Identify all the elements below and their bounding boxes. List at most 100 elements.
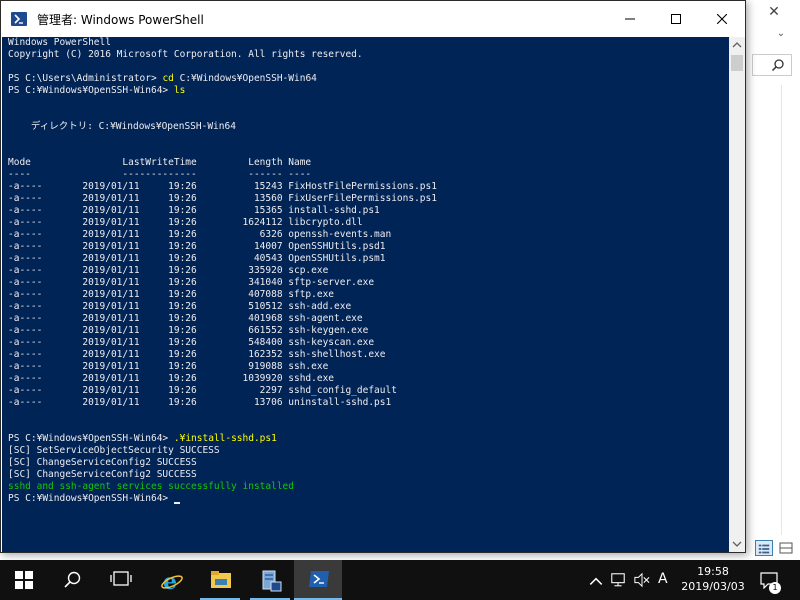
console-text: -a---- 2019/01/11 19:26 919088 ssh.exe (8, 361, 329, 372)
console-text: -a---- 2019/01/11 19:26 15365 install-ss… (8, 205, 380, 216)
console-line: -a---- 2019/01/11 19:26 15365 install-ss… (8, 205, 437, 217)
maximize-button[interactable] (653, 1, 699, 37)
internet-explorer-icon: e (161, 570, 183, 592)
console-line: -a---- 2019/01/11 19:26 401968 ssh-agent… (8, 313, 437, 325)
console-text: -a---- 2019/01/11 19:26 1624112 libcrypt… (8, 217, 363, 228)
close-icon[interactable]: ✕ (764, 2, 784, 22)
console-line: -a---- 2019/01/11 19:26 162352 ssh-shell… (8, 349, 437, 361)
console-line: [SC] ChangeServiceConfig2 SUCCESS (8, 469, 437, 481)
title-bar[interactable]: 管理者: Windows PowerShell (1, 1, 745, 37)
taskbar-search-button[interactable] (48, 560, 96, 600)
start-button[interactable] (0, 560, 48, 600)
console-line: Mode LastWriteTime Length Name (8, 157, 437, 169)
console-line: sshd and ssh-agent services successfully… (8, 481, 437, 493)
maximize-icon (671, 14, 681, 24)
console-line: [SC] ChangeServiceConfig2 SUCCESS (8, 457, 437, 469)
scroll-down-button[interactable] (729, 536, 745, 552)
console-text: -a---- 2019/01/11 19:26 1039920 sshd.exe (8, 373, 335, 384)
console-text: -a---- 2019/01/11 19:26 13560 FixUserFil… (8, 193, 437, 204)
console-text: ---- ------------- ------ ---- (8, 169, 312, 180)
console-line: -a---- 2019/01/11 19:26 1039920 sshd.exe (8, 373, 437, 385)
search-icon (771, 59, 784, 72)
internet-explorer-button[interactable]: e (146, 560, 194, 600)
notification-count-badge: 1 (769, 582, 781, 594)
powershell-icon (11, 12, 27, 26)
console-line: -a---- 2019/01/11 19:26 919088 ssh.exe (8, 361, 437, 373)
console-text: -a---- 2019/01/11 19:26 13706 uninstall-… (8, 397, 392, 408)
console-line: -a---- 2019/01/11 19:26 13706 uninstall-… (8, 397, 437, 409)
console-text: -a---- 2019/01/11 19:26 661552 ssh-keyge… (8, 325, 369, 336)
clock-time: 19:58 (697, 565, 729, 578)
close-button[interactable] (699, 1, 745, 37)
console-text: Copyright (C) 2016 Microsoft Corporation… (8, 49, 363, 60)
show-hidden-icons-icon[interactable] (588, 573, 604, 589)
console-success-text: sshd and ssh-agent services successfully… (8, 481, 294, 492)
console-line: -a---- 2019/01/11 19:26 407088 sftp.exe (8, 289, 437, 301)
task-view-icon (110, 571, 132, 586)
console-line: -a---- 2019/01/11 19:26 2297 sshd_config… (8, 385, 437, 397)
volume-muted-icon[interactable] (634, 572, 650, 588)
console-text: ディレクトリ: C:¥Windows¥OpenSSH-Win64 (8, 121, 236, 132)
large-icons-view-icon[interactable] (777, 540, 795, 556)
console-text: -a---- 2019/01/11 19:26 14007 OpenSSHUti… (8, 241, 386, 252)
console-line: Windows PowerShell (8, 37, 437, 49)
text-cursor (173, 502, 180, 504)
console-text: -a---- 2019/01/11 19:26 15243 FixHostFil… (8, 181, 437, 192)
console-line: PS C:¥Windows¥OpenSSH-Win64> .¥install-s… (8, 433, 437, 445)
folder-icon (211, 571, 231, 588)
console-text: -a---- 2019/01/11 19:26 2297 sshd_config… (8, 385, 397, 396)
console-line: -a---- 2019/01/11 19:26 548400 ssh-keysc… (8, 337, 437, 349)
console-text: -a---- 2019/01/11 19:26 341040 sftp-serv… (8, 277, 375, 288)
powershell-window[interactable]: 管理者: Windows PowerShell Windows PowerShe… (0, 0, 746, 553)
powershell-taskbar-button[interactable] (294, 560, 342, 600)
console-text: [SC] SetServiceObjectSecurity SUCCESS (8, 445, 220, 456)
console-prompt: PS C:¥Windows¥OpenSSH-Win64> (8, 433, 174, 444)
console-text: [SC] ChangeServiceConfig2 SUCCESS (8, 457, 197, 468)
console-text: [SC] ChangeServiceConfig2 SUCCESS (8, 469, 197, 480)
console-text: -a---- 2019/01/11 19:26 162352 ssh-shell… (8, 349, 386, 360)
clock-date: 2019/03/03 (681, 580, 745, 593)
console-command: cd (162, 73, 174, 84)
console-line: -a---- 2019/01/11 19:26 1624112 libcrypt… (8, 217, 437, 229)
close-icon (717, 14, 727, 24)
console-line: ディレクトリ: C:¥Windows¥OpenSSH-Win64 (8, 121, 437, 133)
minimize-icon (625, 18, 635, 20)
network-icon[interactable] (610, 572, 626, 588)
divider (781, 85, 782, 535)
minimize-button[interactable] (607, 1, 653, 37)
chevron-down-icon (732, 541, 742, 547)
chevron-down-icon[interactable]: ⌄ (774, 26, 788, 42)
console-line: ---- ------------- ------ ---- (8, 169, 437, 181)
taskbar: e A 19:58 2019/03/03 1 (0, 560, 800, 600)
task-view-button[interactable] (96, 560, 144, 600)
windows-logo-icon (15, 571, 33, 589)
console-command: .¥install-sshd.ps1 (173, 433, 277, 444)
server-manager-button[interactable] (246, 560, 294, 600)
scrollbar-thumb[interactable] (731, 55, 743, 71)
console-line: -a---- 2019/01/11 19:26 13560 FixUserFil… (8, 193, 437, 205)
console-line: -a---- 2019/01/11 19:26 510512 ssh-add.e… (8, 301, 437, 313)
taskbar-clock[interactable]: 19:58 2019/03/03 (676, 564, 750, 594)
console-text: -a---- 2019/01/11 19:26 510512 ssh-add.e… (8, 301, 352, 312)
console-line: -a---- 2019/01/11 19:26 6326 openssh-eve… (8, 229, 437, 241)
console-line: [SC] SetServiceObjectSecurity SUCCESS (8, 445, 437, 457)
file-explorer-button[interactable] (196, 560, 244, 600)
console-text: -a---- 2019/01/11 19:26 548400 ssh-keysc… (8, 337, 375, 348)
console-output[interactable]: Windows PowerShell Copyright (C) 2016 Mic… (2, 37, 729, 552)
scroll-up-button[interactable] (729, 37, 745, 53)
details-view-icon[interactable] (755, 540, 773, 556)
vertical-scrollbar[interactable] (729, 37, 745, 552)
chevron-up-icon (732, 42, 742, 48)
ime-indicator[interactable]: A (658, 571, 668, 587)
search-input[interactable] (752, 54, 792, 76)
window-title: 管理者: Windows PowerShell (37, 13, 204, 27)
console-command: ls (173, 85, 186, 96)
console-prompt: PS C:¥Windows¥OpenSSH-Win64> (8, 493, 174, 504)
console-line: -a---- 2019/01/11 19:26 14007 OpenSSHUti… (8, 241, 437, 253)
